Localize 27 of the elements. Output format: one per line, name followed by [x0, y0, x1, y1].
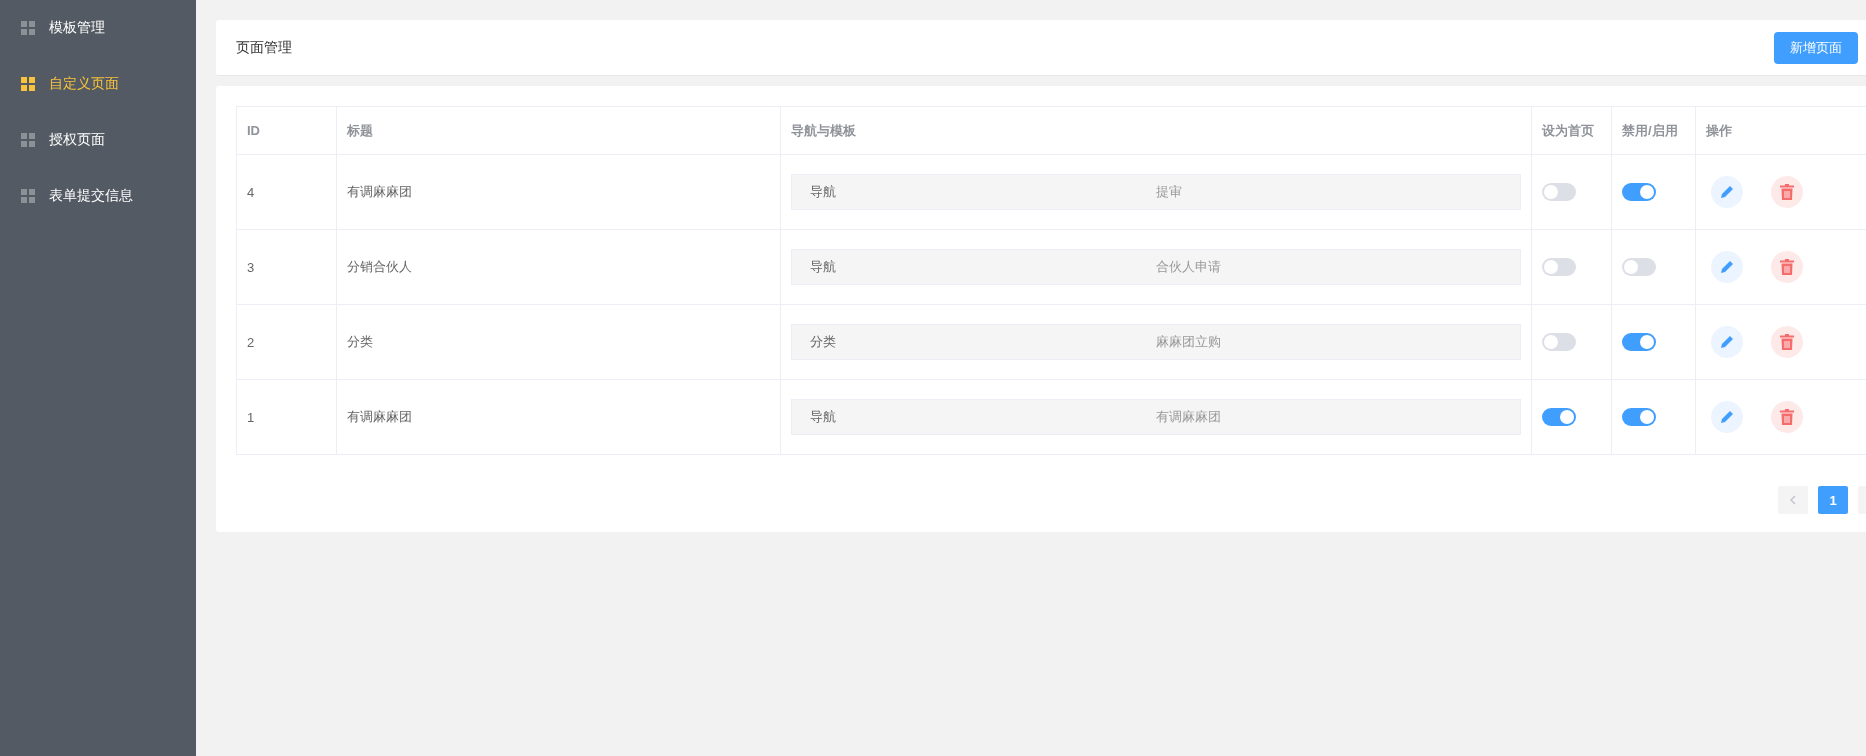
table-cell: 4 — [236, 154, 337, 230]
nav-type: 导航 — [810, 183, 837, 201]
sidebar-item[interactable]: 自定义页面 — [0, 56, 196, 112]
template-name: 有调麻麻团 — [1156, 408, 1222, 426]
table-cell: 3 — [236, 229, 337, 305]
column-header: 设为首页 — [1531, 106, 1612, 155]
column-header: 导航与模板 — [780, 106, 1532, 155]
nav-type: 分类 — [810, 333, 837, 351]
sidebar-item[interactable]: 表单提交信息 — [0, 168, 196, 224]
page-title: 页面管理 — [236, 38, 292, 57]
nav-type: 导航 — [810, 258, 837, 276]
table-cell: 有调麻麻团 — [336, 154, 781, 230]
template-name: 合伙人申请 — [1156, 258, 1222, 276]
table-cell: 有调麻麻团 — [336, 379, 781, 455]
template-name: 麻麻团立购 — [1156, 333, 1222, 351]
sidebar-item[interactable]: 授权页面 — [0, 112, 196, 168]
column-header: 标题 — [336, 106, 781, 155]
table-cell: 1 — [236, 379, 337, 455]
column-header: 禁用/启用 — [1611, 106, 1696, 155]
nav-type: 导航 — [810, 408, 837, 426]
table-cell: 2 — [236, 304, 337, 380]
sidebar-item[interactable]: 模板管理 — [0, 0, 196, 56]
table-cell: 分销合伙人 — [336, 229, 781, 305]
column-header: ID — [236, 106, 337, 155]
template-name: 提审 — [1156, 183, 1183, 201]
table-cell: 分类 — [336, 304, 781, 380]
column-header: 操作 — [1695, 106, 1866, 155]
